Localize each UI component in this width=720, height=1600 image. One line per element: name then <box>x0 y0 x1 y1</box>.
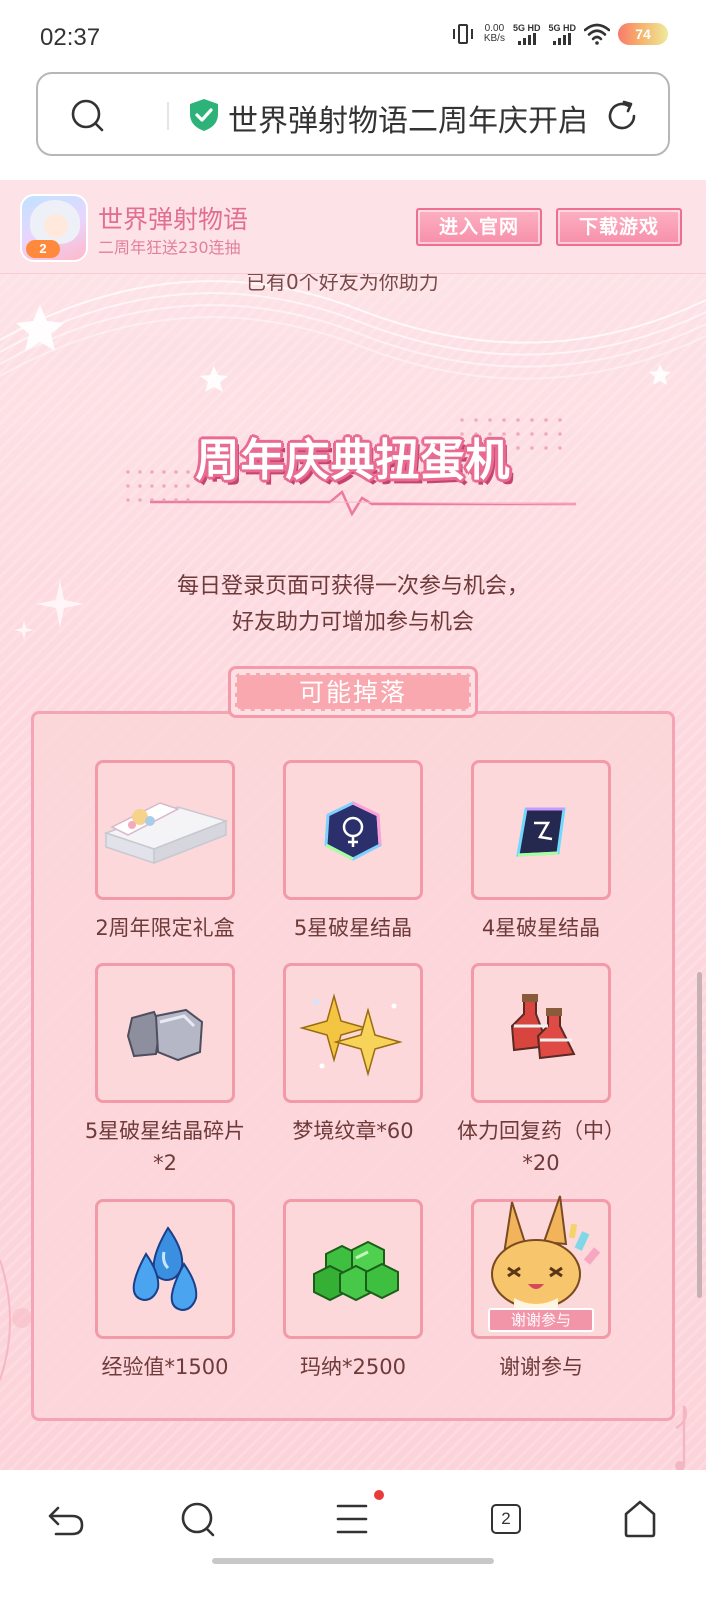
home-button[interactable] <box>610 1498 670 1542</box>
prize-item[interactable]: 2周年限定礼盒 <box>75 760 255 944</box>
mana-gem-icon <box>313 1240 399 1302</box>
notification-dot <box>374 1490 384 1500</box>
prize-thumb[interactable] <box>95 760 235 900</box>
download-game-button[interactable]: 下载游戏 <box>556 208 682 246</box>
prize-item[interactable]: 玛纳*2500 <box>263 1199 443 1383</box>
menu-button[interactable] <box>322 1490 384 1542</box>
thanks-tag: 谢谢参与 <box>488 1308 594 1332</box>
address-bar[interactable]: 世界弹射物语二周年庆开启 <box>36 72 670 156</box>
prize-item[interactable]: 5星破星结晶 <box>263 760 443 944</box>
star-crystal-5-icon <box>324 801 382 861</box>
battery-indicator: 74 <box>618 23 668 45</box>
official-site-button[interactable]: 进入官网 <box>416 208 542 246</box>
signal-bars-icon <box>553 33 572 45</box>
web-content[interactable]: 已有0个好友为你助力 2 世界弹射物语 二周年狂送230连抽 进入官网 下载游戏… <box>0 180 706 1470</box>
menu-icon <box>336 1504 368 1534</box>
wifi-icon <box>584 23 610 45</box>
home-icon <box>624 1500 656 1538</box>
page-title[interactable]: 世界弹射物语二周年庆开启 <box>228 96 588 140</box>
signal-sim1-label: 5G HD <box>512 23 541 33</box>
section-title: 周年庆典扭蛋机 <box>195 435 511 486</box>
description-line-2: 好友助力可增加参与机会 <box>231 610 474 635</box>
status-time: 02:37 <box>40 24 101 51</box>
reload-icon[interactable] <box>604 98 640 138</box>
search-button[interactable] <box>168 1498 228 1542</box>
prize-item[interactable]: 梦境纹章*60 <box>263 963 443 1147</box>
crystal-fragment-icon <box>126 1008 204 1062</box>
prize-item[interactable]: 经验值*1500 <box>75 1199 255 1383</box>
address-divider <box>167 102 169 130</box>
anniversary-badge-icon: 2 <box>26 240 60 258</box>
network-speed-unit: KB/s <box>483 33 505 44</box>
star-crystal-4-icon <box>516 807 566 857</box>
app-logo: 2 <box>20 194 88 262</box>
banner-app-name: 世界弹射物语 <box>98 205 249 234</box>
search-icon <box>181 1502 215 1537</box>
prize-name: 体力回复药（中）*20 <box>457 1119 625 1175</box>
prize-thumb[interactable] <box>283 963 423 1103</box>
vibrate-icon <box>450 22 476 46</box>
back-button[interactable] <box>36 1498 96 1542</box>
bottom-navigation: 2 <box>0 1470 720 1600</box>
prize-item[interactable]: 5星破星结晶碎片*2 <box>75 963 255 1179</box>
prize-item[interactable]: 体力回复药（中）*20 <box>451 963 631 1179</box>
prize-thumb[interactable] <box>95 963 235 1103</box>
tabs-icon: 2 <box>491 1504 521 1534</box>
shield-check-icon <box>188 98 220 136</box>
prize-name: 5星破星结晶 <box>293 916 413 940</box>
prize-item[interactable]: 谢谢参与 谢谢参与 <box>451 1195 631 1383</box>
prize-thumb[interactable] <box>283 760 423 900</box>
status-icons: 0.00 KB/s 5G HD 5G HD 74 <box>450 22 668 46</box>
network-speed: 0.00 KB/s <box>484 24 505 44</box>
signal-sim2: 5G HD <box>548 23 576 45</box>
prize-name: 经验值*1500 <box>101 1355 229 1379</box>
signal-sim2-label: 5G HD <box>548 23 576 33</box>
prize-thumb[interactable] <box>471 760 611 900</box>
signal-bars-icon <box>517 33 536 45</box>
tabs-button[interactable]: 2 <box>476 1498 536 1542</box>
prize-item[interactable]: 4星破星结晶 <box>451 760 631 944</box>
prize-name: 4星破星结晶 <box>481 916 601 940</box>
prize-name: 5星破星结晶碎片*2 <box>84 1119 246 1175</box>
prize-thumb[interactable] <box>283 1199 423 1339</box>
dream-emblem-icon <box>299 993 403 1077</box>
stamina-potion-icon <box>510 994 576 1060</box>
banner-app-subtitle: 二周年狂送230连抽 <box>98 238 241 257</box>
possible-drops-text: 可能掉落 <box>235 673 471 711</box>
home-indicator[interactable] <box>212 1558 494 1564</box>
app-banner: 2 世界弹射物语 二周年狂送230连抽 进入官网 下载游戏 <box>0 180 706 274</box>
prize-name: 梦境纹章*60 <box>292 1119 414 1143</box>
prize-name: 2周年限定礼盒 <box>95 916 235 940</box>
prize-thumb[interactable] <box>471 963 611 1103</box>
back-icon <box>48 1506 84 1536</box>
prize-thumb[interactable] <box>95 1199 235 1339</box>
exp-drop-icon <box>132 1226 198 1312</box>
search-icon[interactable] <box>70 98 106 138</box>
gift-box-icon <box>103 802 229 865</box>
description-line-1: 每日登录页面可获得一次参与机会， <box>176 574 529 599</box>
prize-thumb[interactable]: 谢谢参与 <box>471 1195 611 1339</box>
prize-name: 玛纳*2500 <box>300 1355 406 1379</box>
page-scrollbar[interactable] <box>697 972 702 1298</box>
possible-drops-label: 可能掉落 <box>228 666 478 718</box>
status-bar: 02:37 0.00 KB/s 5G HD 5G HD 74 <box>0 0 720 72</box>
signal-sim1: 5G HD <box>512 23 541 45</box>
prize-name: 谢谢参与 <box>499 1355 583 1379</box>
